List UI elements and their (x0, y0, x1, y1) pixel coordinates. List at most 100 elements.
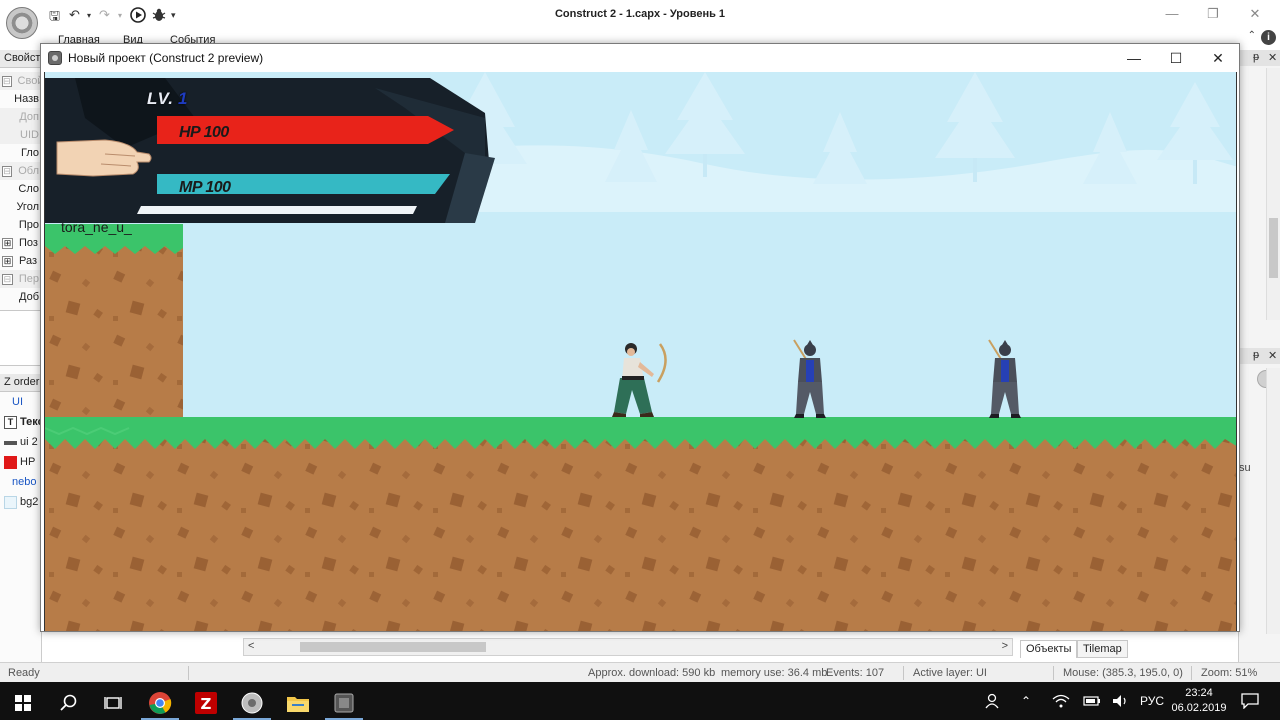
preview-taskbar-icon[interactable] (321, 686, 367, 720)
prop-row[interactable]: Доб (0, 288, 41, 306)
prop-row[interactable]: ⊞ Поз (0, 234, 41, 252)
player-hud: LV. 1 HP 100 MP 100 (45, 78, 495, 223)
enemy-ninja (988, 339, 1021, 418)
player-name-label: tora_ne_u_ (61, 219, 132, 235)
preview-titlebar: Новый проект (Construct 2 preview) — ☐ ✕ (41, 44, 1239, 72)
exp-bar-fill (137, 206, 417, 214)
status-mouse: Mouse: (385.3, 195.0, 0) (1063, 667, 1183, 679)
expand-toggle-icon[interactable]: ⊞ (2, 237, 13, 249)
start-windows-icon[interactable] (0, 686, 46, 720)
collapse-toggle-icon[interactable]: ⊟ (2, 273, 13, 285)
zorder-item-text[interactable]: T Текс (0, 412, 41, 432)
notifications-icon[interactable] (1241, 682, 1259, 720)
enemy-ninja (793, 339, 826, 418)
pin-icon[interactable]: ᵽ (1253, 349, 1259, 361)
scroll-thumb[interactable] (300, 642, 486, 652)
close-panel-icon[interactable]: ✕ (1268, 349, 1277, 362)
prop-row[interactable]: Гло (0, 144, 41, 162)
properties-header: Свойст (0, 50, 41, 68)
preview-window: Новый проект (Construct 2 preview) — ☐ ✕ (40, 43, 1240, 632)
undo-icon[interactable]: ↶ (69, 7, 80, 23)
scroll-left-icon[interactable]: < (248, 640, 254, 652)
prop-row[interactable]: Угол (0, 198, 41, 216)
windows-taskbar: Z ⌃ РУС 23:24 06.02.2019 (0, 682, 1280, 720)
help-icon[interactable]: i (1261, 30, 1276, 45)
close-panel-icon[interactable]: ✕ (1268, 51, 1277, 64)
undo-dropdown-icon[interactable]: ▾ (87, 11, 91, 20)
level-value: 1 (177, 89, 189, 108)
mp-text: MP 100 (179, 179, 231, 196)
status-ready: Ready (8, 667, 40, 679)
red-square-icon (4, 455, 17, 469)
clock-date: 06.02.2019 (1171, 702, 1227, 714)
preview-minimize-button[interactable]: — (1119, 48, 1149, 68)
right-panel-scrollbar-2[interactable] (1266, 368, 1280, 634)
filezilla-icon[interactable]: Z (183, 686, 229, 720)
people-icon[interactable] (984, 682, 1002, 720)
prop-row[interactable]: Сло (0, 180, 41, 198)
status-events: Events: 107 (826, 667, 885, 679)
debug-bug-icon[interactable] (151, 7, 167, 26)
app-titlebar: 🖫 ↶ ▾ ↷ ▾ ▾ Construct 2 - 1.capx - Урове… (0, 0, 1280, 39)
zorder-item-bg2[interactable]: bg2 (0, 492, 41, 512)
zorder-layer-ui[interactable]: UI (0, 392, 41, 412)
construct-preview-icon (48, 51, 62, 65)
tray-overflow-icon[interactable]: ⌃ (1021, 682, 1031, 720)
game-canvas[interactable]: LV. 1 HP 100 MP 100 tora_ne_u_ (44, 72, 1237, 631)
redo-icon[interactable]: ↷ (99, 7, 110, 23)
tab-tilemap[interactable]: Tilemap (1077, 640, 1128, 658)
preview-title: Новый проект (Construct 2 preview) (68, 51, 264, 65)
maximize-button[interactable]: ❐ (1201, 4, 1225, 24)
save-icon[interactable]: 🖫 (49, 7, 60, 29)
prop-row[interactable]: Доп (0, 108, 41, 126)
ribbon-collapse-icon[interactable]: ⌃ (1248, 30, 1256, 41)
redo-dropdown-icon[interactable]: ▾ (118, 11, 122, 20)
input-language[interactable]: РУС (1140, 682, 1164, 720)
status-active-layer: Active layer: UI (913, 667, 987, 679)
prop-row[interactable]: Про (0, 216, 41, 234)
scroll-right-icon[interactable]: > (1002, 640, 1008, 652)
window-title: Construct 2 - 1.capx - Уровень 1 (554, 8, 726, 20)
customize-qa-icon[interactable]: ▾ (171, 10, 176, 21)
prop-row[interactable]: Назв (0, 90, 41, 108)
preview-close-button[interactable]: ✕ (1203, 48, 1233, 68)
run-layout-icon[interactable] (130, 7, 146, 26)
construct2-taskbar-icon[interactable] (229, 686, 275, 720)
wifi-icon[interactable] (1052, 682, 1070, 720)
chrome-icon[interactable] (137, 686, 183, 720)
layout-horizontal-scrollbar[interactable]: < > (243, 638, 1013, 656)
right-panel-header-bottom: ᵽ ✕ (1239, 348, 1280, 364)
zorder-header: Z order (0, 374, 41, 392)
taskbar-clock[interactable]: 23:24 06.02.2019 (1168, 686, 1230, 716)
pin-icon[interactable]: ᵽ (1253, 51, 1259, 63)
property-description-box (0, 310, 41, 366)
close-button[interactable]: ✕ (1243, 4, 1267, 24)
task-view-icon[interactable] (90, 686, 136, 720)
expand-toggle-icon[interactable]: ⊞ (2, 255, 13, 267)
search-icon[interactable] (46, 686, 92, 720)
zorder-layer-nebo[interactable]: nebo (0, 472, 41, 492)
prop-row[interactable]: ⊟ Свой (0, 72, 41, 90)
zorder-item-ui2[interactable]: ui 2 (0, 432, 41, 452)
right-panel-scrollbar[interactable] (1266, 68, 1280, 320)
tab-objects[interactable]: Объекты (1020, 640, 1078, 658)
prop-row[interactable]: ⊟ Пер (0, 270, 41, 288)
file-explorer-icon[interactable] (275, 686, 321, 720)
volume-icon[interactable] (1112, 682, 1130, 720)
battery-icon[interactable] (1083, 682, 1101, 720)
right-panel-header-top: ᵽ ✕ (1239, 50, 1280, 66)
prop-row[interactable]: ⊟ Обл (0, 162, 41, 180)
prop-row[interactable]: ⊞ Раз (0, 252, 41, 270)
prop-row[interactable]: UID (0, 126, 41, 144)
collapse-toggle-icon[interactable]: ⊟ (2, 75, 12, 87)
preview-maximize-button[interactable]: ☐ (1161, 48, 1191, 68)
zorder-item-hp[interactable]: HP (0, 452, 41, 472)
level-label: LV. 1 (147, 89, 189, 108)
status-bar: Ready Approx. download: 590 kb memory us… (0, 662, 1280, 682)
minimize-button[interactable]: — (1160, 4, 1184, 24)
svg-text:Z: Z (201, 695, 212, 713)
hud-frame (45, 78, 495, 223)
hp-text: HP 100 (179, 124, 229, 141)
collapse-toggle-icon[interactable]: ⊟ (2, 165, 13, 177)
player-character (612, 343, 667, 417)
